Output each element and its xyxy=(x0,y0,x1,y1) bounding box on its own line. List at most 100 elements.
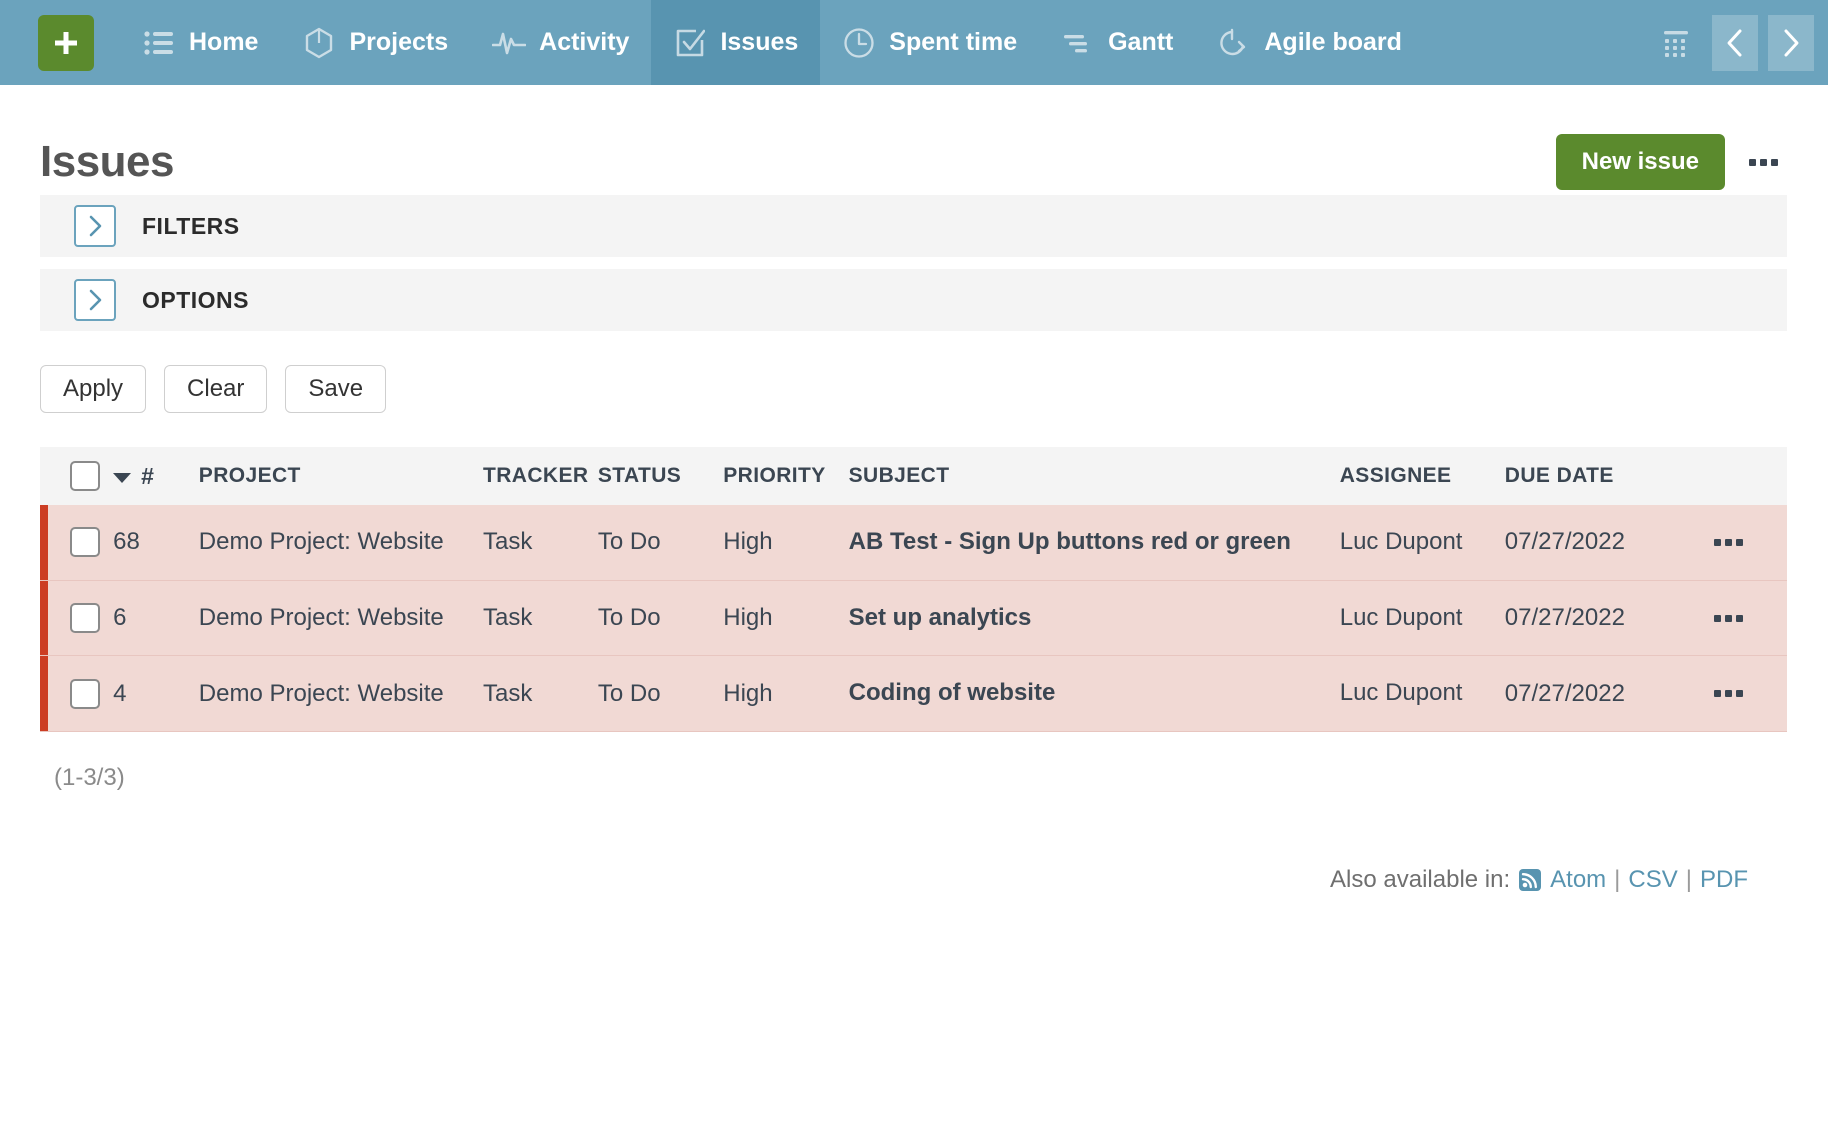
priority-column-header[interactable]: PRIORITY xyxy=(723,447,849,505)
nav-item-label: Spent time xyxy=(889,28,1018,56)
row-actions-menu-button[interactable] xyxy=(1713,538,1787,546)
table-row[interactable]: 6 Demo Project: Website Task To Do High … xyxy=(40,580,1787,656)
new-issue-button[interactable]: New issue xyxy=(1555,134,1725,190)
table-header-row: # PROJECT TRACKER STATUS PRIORITY SUBJEC… xyxy=(40,447,1787,505)
nav-item-label: Gantt xyxy=(1108,28,1174,56)
add-button[interactable] xyxy=(38,14,94,71)
clock-icon xyxy=(842,26,876,60)
row-subject[interactable]: Coding of website xyxy=(849,656,1340,732)
list-icon xyxy=(142,26,176,60)
row-project[interactable]: Demo Project: Website xyxy=(199,580,483,656)
ellipsis-icon xyxy=(1713,690,1721,698)
clear-button[interactable]: Clear xyxy=(164,365,268,413)
row-checkbox[interactable] xyxy=(70,527,101,558)
table-row[interactable]: 68 Demo Project: Website Task To Do High… xyxy=(40,505,1787,581)
chevron-right-icon xyxy=(89,215,102,237)
row-select-cell xyxy=(48,505,113,580)
row-actions-menu-button[interactable] xyxy=(1713,690,1787,698)
status-column-header[interactable]: STATUS xyxy=(597,447,724,505)
top-navigation-bar: Home Projects Activity Issues Spent time… xyxy=(0,0,1828,85)
row-actions-menu-button[interactable] xyxy=(1713,614,1787,622)
nav-right-controls xyxy=(1656,14,1828,71)
row-priority: High xyxy=(723,679,773,707)
row-tracker: Task xyxy=(482,528,533,556)
export-separator: | xyxy=(1614,866,1621,894)
nav-item-activity[interactable]: Activity xyxy=(470,0,651,85)
nav-item-label: Home xyxy=(189,28,259,56)
row-project[interactable]: Demo Project: Website xyxy=(199,656,483,732)
row-assignee[interactable]: Luc Dupont xyxy=(1340,505,1505,580)
nav-item-issues[interactable]: Issues xyxy=(651,0,821,85)
export-link-csv[interactable]: CSV xyxy=(1628,866,1677,894)
export-link-pdf[interactable]: PDF xyxy=(1700,866,1748,894)
row-subject[interactable]: Set up analytics xyxy=(849,580,1340,656)
row-project[interactable]: Demo Project: Website xyxy=(199,505,483,580)
rss-icon xyxy=(1518,868,1542,892)
ellipsis-icon xyxy=(1749,158,1756,166)
options-panel[interactable]: OPTIONS xyxy=(40,269,1787,331)
apply-button[interactable]: Apply xyxy=(40,365,147,413)
row-due-date: 07/27/2022 xyxy=(1504,604,1625,632)
row-id[interactable]: 68 xyxy=(113,505,199,580)
options-toggle-button[interactable] xyxy=(74,279,116,321)
checkbox-icon xyxy=(673,26,707,60)
agile-icon xyxy=(1217,26,1251,60)
nav-item-spent-time[interactable]: Spent time xyxy=(820,0,1039,85)
row-assignee[interactable]: Luc Dupont xyxy=(1340,580,1505,656)
options-label: OPTIONS xyxy=(142,286,250,313)
issues-table: # PROJECT TRACKER STATUS PRIORITY SUBJEC… xyxy=(40,447,1787,732)
assignee-column-header[interactable]: ASSIGNEE xyxy=(1339,447,1505,505)
nav-item-projects[interactable]: Projects xyxy=(280,0,470,85)
tracker-column-header[interactable]: TRACKER xyxy=(482,447,598,505)
issues-table-header: # PROJECT TRACKER STATUS PRIORITY SUBJEC… xyxy=(40,447,1787,505)
export-links: Also available in: Atom | CSV | PDF xyxy=(1330,866,1748,894)
save-button[interactable]: Save xyxy=(285,365,387,413)
row-menu-cell xyxy=(1713,580,1787,656)
row-due-date: 07/27/2022 xyxy=(1504,679,1625,707)
nav-item-label: Projects xyxy=(349,28,449,56)
row-checkbox[interactable] xyxy=(70,678,101,709)
row-priority-flag xyxy=(40,655,49,732)
due-date-column-header[interactable]: DUE DATE xyxy=(1504,447,1714,505)
filter-action-buttons: Apply Clear Save xyxy=(40,365,1788,413)
filters-toggle-button[interactable] xyxy=(74,205,116,247)
row-subject[interactable]: AB Test - Sign Up buttons red or green xyxy=(849,505,1340,580)
nav-item-agile-board[interactable]: Agile board xyxy=(1195,0,1424,85)
select-all-column-header xyxy=(48,447,114,505)
plus-icon xyxy=(55,31,77,54)
issues-table-body: 68 Demo Project: Website Task To Do High… xyxy=(40,505,1787,732)
row-id[interactable]: 6 xyxy=(113,580,199,656)
export-link-atom[interactable]: Atom xyxy=(1550,866,1606,894)
row-id[interactable]: 4 xyxy=(113,656,199,732)
row-select-cell xyxy=(48,580,113,656)
grid-icon[interactable] xyxy=(1656,23,1696,63)
cube-icon xyxy=(302,26,336,60)
table-footer: (1-3/3) Also available in: Atom | CSV | … xyxy=(40,764,1788,894)
row-assignee[interactable]: Luc Dupont xyxy=(1340,656,1505,732)
row-due-date: 07/27/2022 xyxy=(1504,528,1625,556)
table-row[interactable]: 4 Demo Project: Website Task To Do High … xyxy=(40,655,1787,732)
row-priority-flag xyxy=(40,580,49,656)
sort-descending-caret-icon[interactable] xyxy=(113,472,132,483)
export-separator: | xyxy=(1685,866,1692,894)
row-menu-cell xyxy=(1713,656,1787,732)
flag-column-header xyxy=(40,447,49,505)
row-checkbox[interactable] xyxy=(70,603,101,634)
nav-next-button[interactable] xyxy=(1768,14,1814,71)
id-column-header[interactable]: # xyxy=(113,447,199,505)
select-all-checkbox[interactable] xyxy=(70,461,101,491)
row-tracker: Task xyxy=(482,679,533,707)
subject-column-header[interactable]: SUBJECT xyxy=(848,447,1340,505)
id-column-label: # xyxy=(141,462,155,489)
page-content: Issues New issue FILTERS OPTIONS Apply C… xyxy=(0,85,1828,894)
ellipsis-icon xyxy=(1713,538,1721,546)
row-status: To Do xyxy=(597,528,661,556)
nav-item-home[interactable]: Home xyxy=(120,0,280,85)
project-column-header[interactable]: PROJECT xyxy=(198,447,483,505)
nav-prev-button[interactable] xyxy=(1712,14,1758,71)
nav-item-gantt[interactable]: Gantt xyxy=(1039,0,1195,85)
filters-panel[interactable]: FILTERS xyxy=(40,195,1787,257)
ellipsis-icon xyxy=(1713,614,1721,622)
page-actions-menu-button[interactable] xyxy=(1739,155,1788,170)
pulse-icon xyxy=(492,26,527,60)
